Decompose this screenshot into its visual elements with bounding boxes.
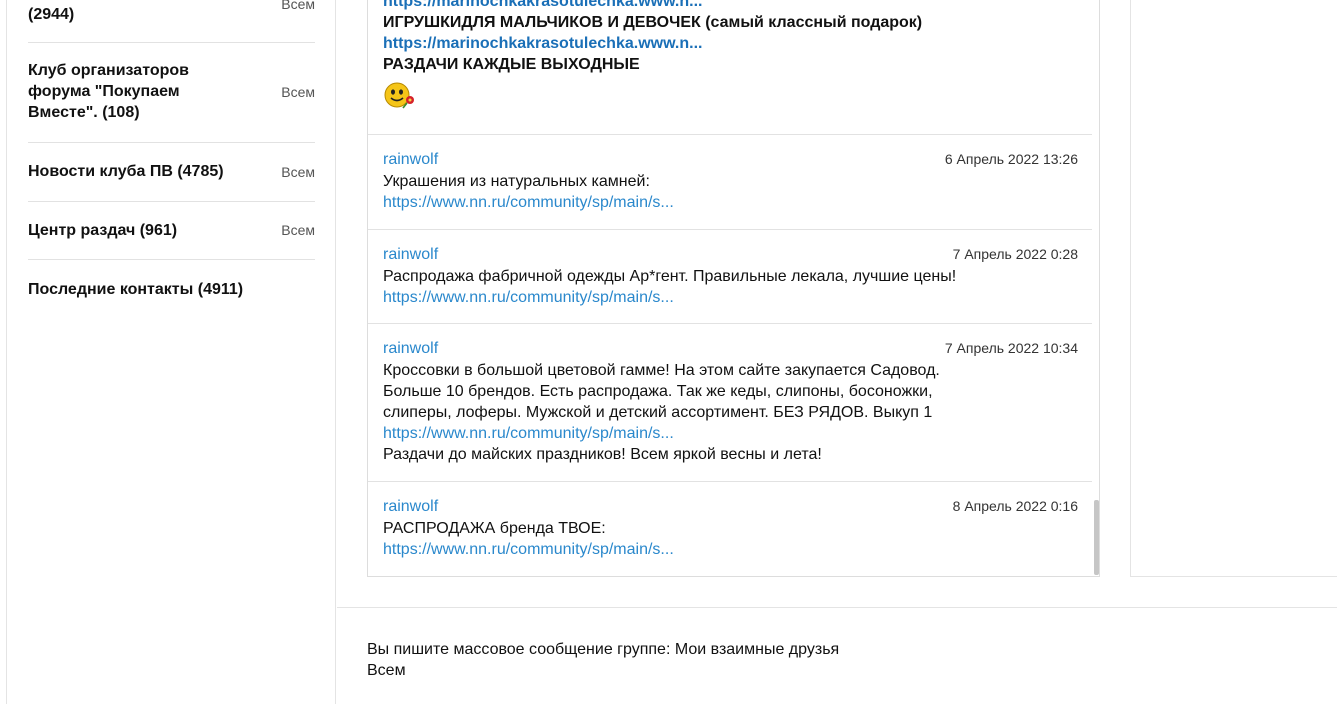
message-item: rainwolf 7 Апрель 2022 10:34 Кроссовки в…	[368, 324, 1092, 482]
group-send-all-link[interactable]: Всем	[281, 84, 315, 100]
message-author-link[interactable]: rainwolf	[383, 340, 438, 358]
messages-scrollbar[interactable]	[1094, 500, 1099, 575]
message-link[interactable]: https://www.nn.ru/community/sp/main/s...	[383, 539, 674, 560]
message-text: Украшения из натуральных камней:	[383, 173, 650, 190]
mass-message-notice: Вы пишите массовое сообщение группе: Мои…	[367, 641, 840, 658]
message-link[interactable]: https://www.nn.ru/community/sp/main/s...	[383, 287, 674, 308]
smiley-with-flower-icon	[384, 82, 414, 109]
message-link[interactable]: https://marinochkakrasotulechka.www.n...	[383, 0, 702, 12]
message-item: rainwolf 8 Апрель 2022 0:16 РАСПРОДАЖА б…	[368, 482, 1092, 576]
message-item: rainwolf 6 Апрель 2022 13:26 Украшения и…	[368, 135, 1092, 230]
recipient-label: Всем	[367, 662, 406, 679]
message-author-link[interactable]: rainwolf	[383, 498, 438, 516]
message-text: Больше 10 брендов. Есть распродажа. Так …	[383, 383, 933, 400]
message-text: РАСПРОДАЖА бренда ТВОЕ:	[383, 520, 606, 537]
message-text: Кроссовки в большой цветовой гамме! На э…	[383, 362, 940, 379]
group-name[interactable]: Новости клуба ПВ (4785)	[28, 161, 268, 182]
message-text: Раздачи до майских праздников! Всем ярко…	[383, 446, 822, 463]
right-panel	[1130, 0, 1337, 577]
messages-panel: https://marinochkakrasotulechka.www.n...…	[367, 0, 1100, 577]
group-item[interactable]: Центр раздач (961) Всем	[28, 202, 315, 260]
group-send-all-link[interactable]: Всем	[281, 164, 315, 180]
groups-sidebar: (2944) Всем Клуб организаторов форума "П…	[6, 0, 336, 704]
message-author-link[interactable]: rainwolf	[383, 151, 438, 169]
group-name[interactable]: Центр раздач (961)	[28, 220, 268, 241]
group-name[interactable]: (2944)	[28, 4, 228, 25]
group-send-all-link[interactable]: Всем	[281, 222, 315, 238]
message-text: Распродажа фабричной одежды Ар*гент. Пра…	[383, 268, 957, 285]
group-name[interactable]: Последние контакты (4911)	[28, 279, 288, 300]
message-link[interactable]: https://www.nn.ru/community/sp/main/s...	[383, 423, 674, 444]
group-item[interactable]: Клуб организаторов форума "Покупаем Вмес…	[28, 43, 315, 143]
message-link[interactable]: https://www.nn.ru/community/sp/main/s...	[383, 192, 674, 213]
message-item: rainwolf 7 Апрель 2022 0:28 Распродажа ф…	[368, 230, 1092, 324]
message-text: слиперы, лоферы. Мужской и детский ассор…	[383, 404, 933, 421]
group-name[interactable]: Клуб организаторов форума "Покупаем Вмес…	[28, 60, 228, 123]
message-author-link[interactable]: rainwolf	[383, 246, 438, 264]
message-date: 7 Апрель 2022 10:34	[944, 340, 1078, 356]
message-item: https://marinochkakrasotulechka.www.n...…	[368, 0, 1092, 135]
message-date: 7 Апрель 2022 0:28	[952, 246, 1078, 262]
group-item[interactable]: Последние контакты (4911)	[28, 260, 315, 320]
message-text: РАЗДАЧИ КАЖДЫЕ ВЫХОДНЫЕ	[383, 56, 640, 73]
message-link[interactable]: https://marinochkakrasotulechka.www.n...	[383, 33, 702, 54]
group-item[interactable]: (2944) Всем	[28, 0, 315, 43]
divider	[337, 607, 1337, 608]
message-date: 6 Апрель 2022 13:26	[944, 151, 1078, 167]
group-item[interactable]: Новости клуба ПВ (4785) Всем	[28, 143, 315, 202]
message-date: 8 Апрель 2022 0:16	[952, 498, 1078, 514]
group-send-all-link[interactable]: Всем	[281, 0, 315, 12]
message-text: ИГРУШКИДЛЯ МАЛЬЧИКОВ И ДЕВОЧЕК (самый кл…	[383, 14, 923, 31]
